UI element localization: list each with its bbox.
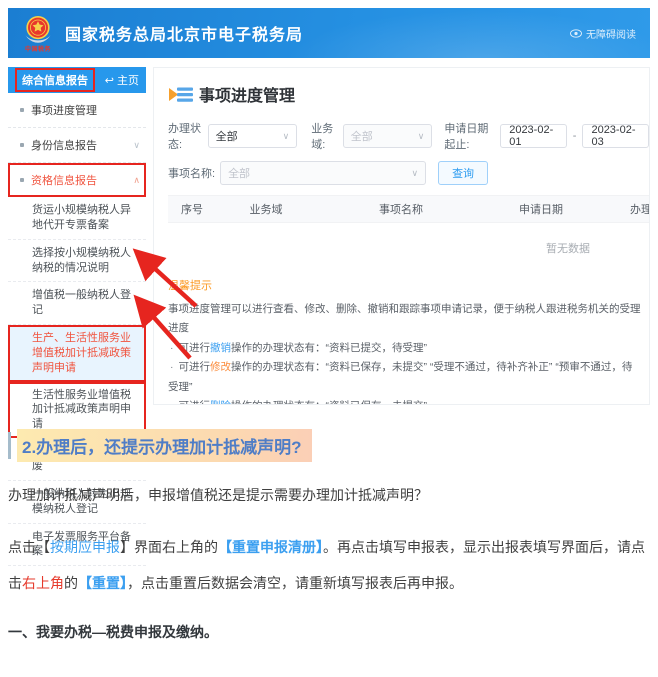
- back-arrow-icon: ↩: [105, 74, 114, 87]
- emphasis-text: 右上角: [22, 575, 64, 591]
- filter-row-2: 事项名称: 全部 ∨ 查询: [168, 161, 649, 185]
- sidebar-subitem[interactable]: 货运小规模纳税人异地代开专票备案: [8, 197, 146, 240]
- status-select[interactable]: 全部 ∨: [208, 124, 298, 148]
- text: ，点击重置后数据会清空，请重新填写报表后再申报。: [127, 575, 463, 591]
- sidebar-subitem[interactable]: 增值税一般纳税人登记: [8, 282, 146, 325]
- app-title: 国家税务总局北京市电子税务局: [65, 21, 303, 45]
- sidebar-item-label: 资格信息报告: [31, 172, 97, 188]
- bullet-icon: [20, 108, 24, 112]
- text: 】界面右上角的: [120, 539, 218, 555]
- sidebar-item[interactable]: 资格信息报告 ∧: [8, 163, 146, 197]
- item-name-label: 事项名称:: [168, 165, 215, 181]
- logo-caption: 中国税务: [25, 47, 51, 53]
- emphasis-text: 【重置申报清册】: [218, 539, 323, 555]
- emphasis-text: 修改: [210, 361, 231, 373]
- item-name-select[interactable]: 全部 ∨: [220, 161, 426, 185]
- article-heading: 2.办理后，还提示办理加计抵减声明?: [17, 429, 312, 462]
- home-label: 主页: [117, 72, 139, 88]
- notice-lines: 事项进度管理可以进行查看、修改、删除、撤销和跟踪事项申请记录，便于纳税人跟进税务…: [168, 300, 641, 405]
- bullet-icon: [20, 178, 24, 182]
- emphasis-text: 删除: [210, 400, 231, 405]
- table-column-header: 业务域: [216, 201, 316, 217]
- chevron-down-icon: ∨: [411, 168, 418, 179]
- bullet-icon: [20, 143, 24, 147]
- text: 事项进度管理可以进行查看、修改、删除、撤销和跟踪事项申请记录，便于纳税人跟进税务…: [168, 303, 641, 334]
- table-column-header: 序号: [168, 201, 216, 217]
- text: 可进行: [179, 361, 211, 373]
- heading-bar: [8, 432, 11, 459]
- notice-line: · 可进行修改操作的办理状态有：“资料已保存，未提交” “受理不通过，待补齐补正”…: [168, 358, 641, 397]
- sidebar-header: 综合信息报告 ↩ 主页: [8, 67, 146, 93]
- bullet-icon: ·: [170, 361, 174, 373]
- date-from-input[interactable]: 2023-02-01: [500, 124, 567, 148]
- emphasis-text: 按期应申报: [50, 539, 120, 555]
- home-link[interactable]: ↩ 主页: [105, 72, 139, 88]
- item-name-value: 全部: [228, 165, 250, 181]
- chevron-down-icon: ∨: [133, 140, 140, 151]
- table-column-header: 申请日期: [486, 201, 596, 217]
- notice-line: · 可进行撤销操作的办理状态有：“资料已提交，待受理”: [168, 339, 641, 358]
- filter-row-1: 办理状态: 全部 ∨ 业务域: 全部 ∨ 申请日期起止: 2023-02-01 …: [168, 120, 649, 152]
- article-question: 办理加计抵减声明后，申报增值税还是提示需要办理加计抵减声明？: [8, 484, 650, 506]
- sidebar-item-label: 事项进度管理: [31, 102, 97, 118]
- accessibility-label: 无障碍阅读: [586, 26, 636, 41]
- notice-line: · 可进行删除操作的办理状态有：“资料已保存，未提交”: [168, 397, 641, 405]
- sidebar-subitem[interactable]: 选择按小规模纳税人纳税的情况说明: [8, 240, 146, 283]
- emphasis-text: 撤销: [210, 342, 231, 354]
- text: 操作的办理状态有：“资料已保存，未提交”: [231, 400, 427, 405]
- filters: 办理状态: 全部 ∨ 业务域: 全部 ∨ 申请日期起止: 2023-02-01 …: [168, 120, 649, 185]
- domain-value: 全部: [351, 128, 373, 144]
- notice-title: 温馨提示: [168, 277, 641, 293]
- tax-emblem-logo: 中国税务: [22, 14, 54, 53]
- notice-line: 事项进度管理可以进行查看、修改、删除、撤销和跟踪事项申请记录，便于纳税人跟进税务…: [168, 300, 641, 339]
- article-footer-heading: 一、我要办税—税费申报及缴纳。: [8, 622, 650, 642]
- bullet-icon: ·: [170, 400, 174, 405]
- panel-title-row: 事项进度管理: [168, 82, 649, 106]
- status-value: 全部: [216, 128, 238, 144]
- sidebar-subitem[interactable]: 生产、生活性服务业增值税加计抵减政策声明申请: [8, 325, 146, 382]
- text: 点击【: [8, 539, 50, 555]
- sidebar-item[interactable]: 身份信息报告 ∨: [8, 128, 146, 163]
- accessibility-link[interactable]: 无障碍阅读: [570, 26, 636, 41]
- date-range-label: 申请日期起止:: [444, 120, 495, 152]
- sidebar-item-label: 身份信息报告: [31, 137, 97, 153]
- list-arrow-icon: [168, 85, 194, 104]
- text: 操作的办理状态有：“资料已提交，待受理”: [231, 342, 427, 354]
- table-column-header: 办理状态: [596, 201, 650, 217]
- emphasis-text: 【重置】: [78, 575, 127, 591]
- app-header: 中国税务 国家税务总局北京市电子税务局 无障碍阅读: [8, 8, 650, 58]
- table-column-header: 事项名称: [316, 201, 486, 217]
- domain-label: 业务域:: [311, 120, 338, 152]
- sidebar: 综合信息报告 ↩ 主页 事项进度管理身份信息报告 ∨ 资格信息报告 ∧ 货运小规模纳税人…: [8, 67, 146, 405]
- domain-select[interactable]: 全部 ∨: [343, 124, 433, 148]
- chevron-up-icon: ∧: [133, 175, 140, 186]
- notice-panel: 温馨提示 事项进度管理可以进行查看、修改、删除、撤销和跟踪事项申请记录，便于纳税…: [168, 277, 649, 405]
- text: 可进行: [179, 342, 211, 354]
- query-button[interactable]: 查询: [438, 161, 488, 185]
- chevron-down-icon: ∨: [418, 131, 425, 142]
- article-answer: 点击【按期应申报】界面右上角的【重置申报清册】。再点击填写申报表，显示出报表填写…: [8, 530, 650, 601]
- sidebar-section-title[interactable]: 综合信息报告: [15, 68, 95, 92]
- table-empty-state: 暂无数据: [168, 223, 650, 269]
- text: 的: [64, 575, 78, 591]
- tax-emblem-icon: [22, 14, 54, 46]
- page: 中国税务 国家税务总局北京市电子税务局 无障碍阅读 综合信息报告 ↩ 主页 事项…: [0, 0, 658, 677]
- content-row: 综合信息报告 ↩ 主页 事项进度管理身份信息报告∨资格信息报告∧货运小规模纳税人…: [8, 67, 650, 405]
- main-panel: 事项进度管理 办理状态: 全部 ∨ 业务域: 全部 ∨ 申请日期起止: 2023…: [153, 67, 650, 405]
- sidebar-item[interactable]: 事项进度管理: [8, 93, 146, 128]
- status-label: 办理状态:: [168, 120, 203, 152]
- bullet-icon: ·: [170, 342, 174, 354]
- chevron-down-icon: ∨: [283, 131, 290, 142]
- text: 可进行: [179, 400, 211, 405]
- date-separator: -: [573, 130, 577, 142]
- article-heading-row: 2.办理后，还提示办理加计抵减声明?: [8, 429, 650, 462]
- eye-icon: [570, 29, 582, 38]
- date-to-input[interactable]: 2023-02-03: [582, 124, 649, 148]
- article-section: 2.办理后，还提示办理加计抵减声明? 办理加计抵减声明后，申报增值税还是提示需要…: [8, 429, 650, 642]
- page-title: 事项进度管理: [199, 82, 295, 106]
- table-header-row: 序号业务域事项名称申请日期办理状态办理环节总环节: [168, 195, 650, 223]
- text: 操作的办理状态有：“资料已保存，未提交” “受理不通过，待补齐补正” “预审不通…: [168, 361, 632, 392]
